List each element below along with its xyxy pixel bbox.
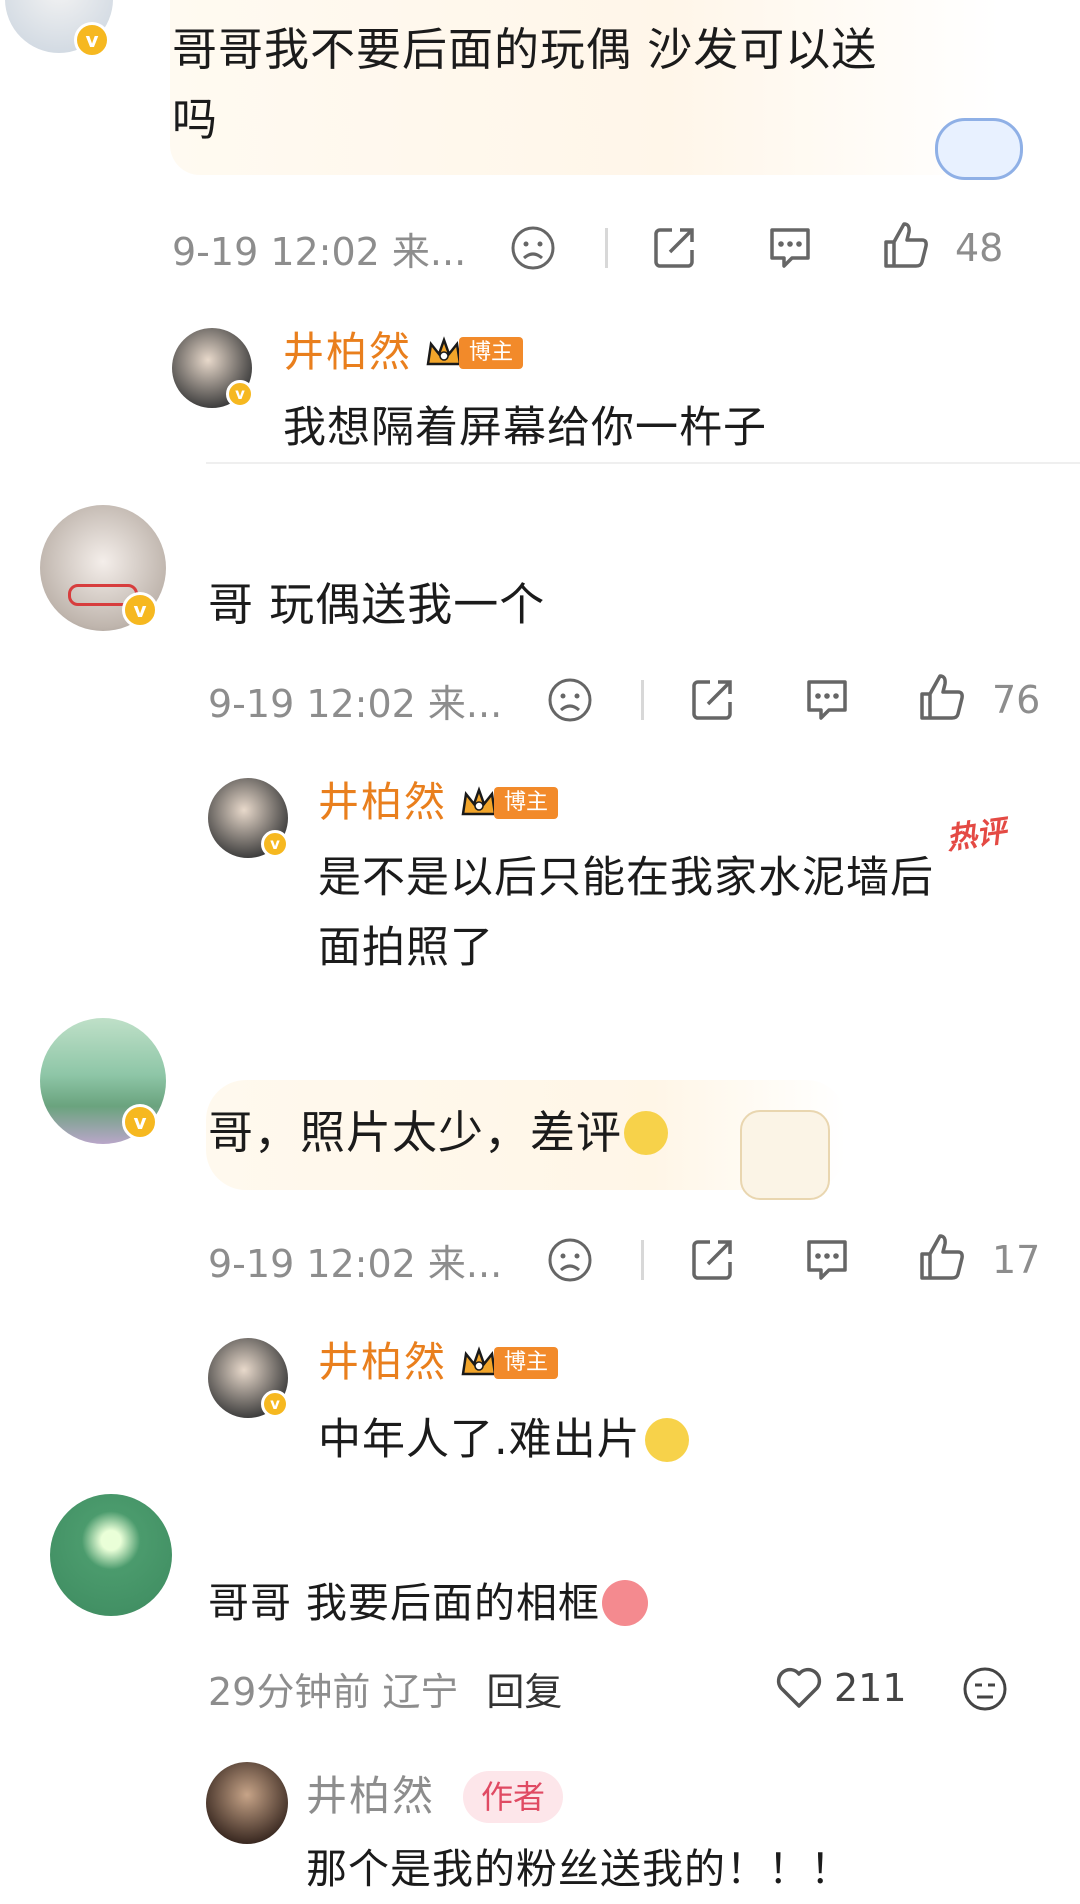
badge-label: 博主: [494, 1347, 559, 1379]
comment-action-bar: 9-19 12:02 来...: [172, 218, 466, 278]
bunny-sticker-icon: [740, 1110, 830, 1200]
comment-time: 29分钟前: [208, 1669, 371, 1714]
reply-button[interactable]: 回复: [486, 1661, 562, 1716]
hot-comment-label: 热评: [944, 813, 1009, 857]
author-tag: 作者: [463, 1771, 564, 1823]
timestamp: 9-19 12:02 来...: [208, 1241, 503, 1286]
crown-icon: [461, 1346, 497, 1376]
comment-icon[interactable]: [803, 676, 851, 722]
comment-text: 哥 玩偶送我一个: [208, 578, 546, 631]
comment-text: 哥哥 我要后面的相框: [208, 1568, 649, 1638]
dislike-face-icon[interactable]: [547, 1237, 593, 1283]
angry-emoji-icon: [602, 1580, 649, 1626]
comment-text: 哥，照片太少，差评: [208, 1098, 669, 1168]
divider: [206, 462, 1080, 464]
reply-username[interactable]: 井柏然: [283, 327, 412, 377]
comment-action-bar: 9-19 12:02 来...: [208, 670, 502, 730]
share-icon[interactable]: [690, 1236, 736, 1282]
comment-text: 哥哥我不要后面的玩偶 沙发可以送 吗: [172, 23, 878, 146]
action-divider: [605, 228, 608, 268]
dislike-face-icon[interactable]: [962, 1666, 1008, 1712]
like-count: 17: [992, 1238, 1041, 1282]
reply-text: 我想隔着屏幕给你一杵子: [283, 403, 767, 453]
badge-label: 博主: [459, 337, 524, 369]
glasses-emoji-icon: [624, 1111, 669, 1155]
verified-badge-icon: v: [74, 22, 110, 58]
like-thumb-icon[interactable]: [918, 672, 966, 722]
verified-badge-icon: v: [261, 1390, 289, 1418]
reply-text: 中年人了.难出片: [318, 1405, 689, 1475]
timestamp: 9-19 12:02 来...: [172, 229, 467, 274]
like-thumb-icon[interactable]: [918, 1232, 966, 1282]
crown-icon: [426, 336, 462, 366]
blogger-badge: 博主: [460, 784, 559, 822]
comment-icon[interactable]: [766, 224, 814, 270]
comment-icon[interactable]: [803, 1236, 851, 1282]
like-count: 48: [955, 226, 1004, 270]
verified-badge-icon: v: [261, 830, 289, 858]
action-divider: [641, 680, 644, 720]
dislike-face-icon[interactable]: [547, 677, 593, 723]
blogger-badge: 博主: [425, 334, 524, 372]
timestamp: 9-19 12:02 来...: [208, 681, 503, 726]
reply-text: 是不是以后只能在我家水泥墙后 面拍照了: [318, 853, 934, 973]
dislike-face-icon[interactable]: [510, 225, 556, 271]
verified-badge-icon: v: [226, 380, 254, 408]
avatar[interactable]: [50, 1494, 172, 1616]
avatar[interactable]: [206, 1762, 288, 1844]
like-count: 211: [834, 1666, 907, 1710]
badge-label: 博主: [494, 787, 559, 819]
heart-icon[interactable]: [775, 1666, 823, 1710]
comment-location: 辽宁: [382, 1669, 459, 1714]
like-thumb-icon[interactable]: [882, 220, 930, 270]
blogger-badge: 博主: [460, 1344, 559, 1382]
verified-badge-icon: v: [122, 592, 158, 628]
crown-icon: [461, 786, 497, 816]
reply-username[interactable]: 井柏然: [318, 777, 447, 827]
action-divider: [641, 1240, 644, 1280]
comment-action-bar: 29分钟前 辽宁 回复: [208, 1658, 562, 1718]
share-icon[interactable]: [652, 224, 698, 270]
reply-username[interactable]: 井柏然: [318, 1337, 447, 1387]
share-icon[interactable]: [690, 676, 736, 722]
comment-action-bar: 9-19 12:02 来...: [208, 1230, 502, 1290]
smile-emoji-icon: [644, 1418, 689, 1462]
reply-username[interactable]: 井柏然: [306, 1771, 435, 1821]
reply-text: 那个是我的粉丝送我的！！！: [306, 1845, 852, 1893]
like-count: 76: [992, 678, 1041, 722]
verified-badge-icon: v: [122, 1104, 158, 1140]
